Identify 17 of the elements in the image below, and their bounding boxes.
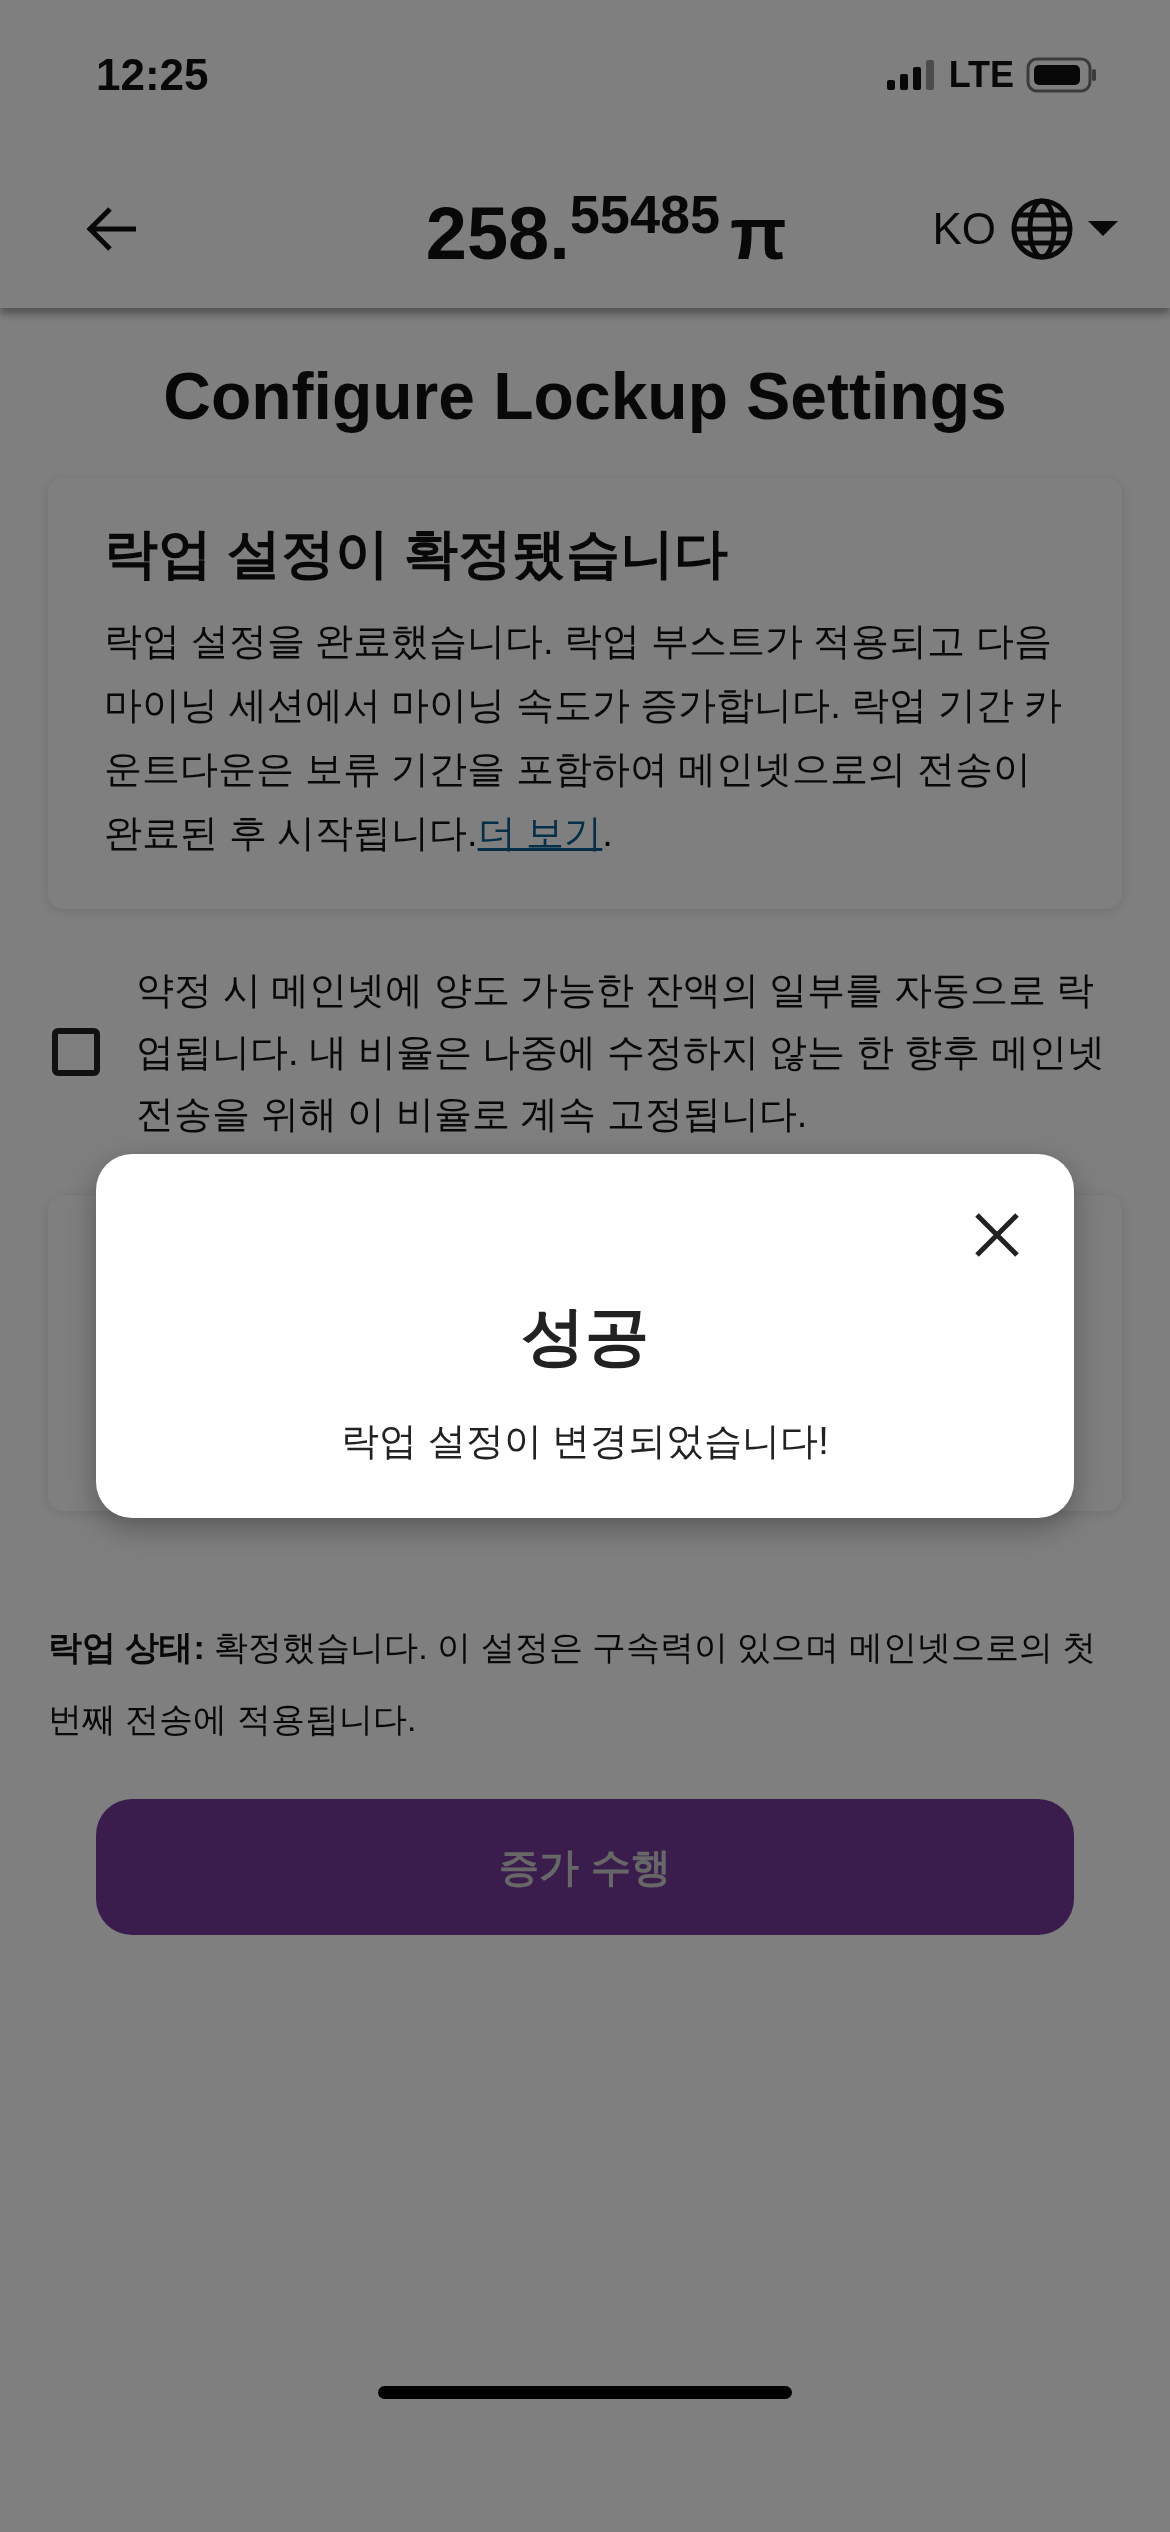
page-title: Configure Lockup Settings xyxy=(162,358,1008,434)
lockup-status-text: 락업 상태: 확정했습니다. 이 설정은 구속력이 있으며 메인넷으로의 첫 번째 전송에 적용됩니다. xyxy=(48,1627,1098,1740)
auto-lockup-label: 약정 시 메인넷에 양도 가능한 잔액의 일부를 자동으로 락업됩니다. 내 비율은 나중에 수정하지 않는 한 향후 메인넷 전송을 위해 이 비율로 계속 고정됩니다. xyxy=(136,968,1107,1137)
caret-icon xyxy=(1088,221,1118,237)
close-icon[interactable] xyxy=(974,1212,1020,1258)
battery-icon xyxy=(1026,57,1098,93)
globe-icon xyxy=(1010,197,1074,261)
signal-icon xyxy=(886,60,937,90)
network-label: LTE xyxy=(948,54,1014,96)
checkbox[interactable] xyxy=(52,1028,100,1076)
status-time: 12:25 xyxy=(96,50,209,100)
dialog-message: 락업 설정이 변경되었습니다! xyxy=(340,1419,830,1464)
dialog-title: 성공 xyxy=(520,1304,650,1368)
more-link[interactable]: 더 보기 xyxy=(477,812,603,854)
language-selector[interactable]: KO xyxy=(932,197,1118,261)
card-title: 락업 설정이 확정됐습니다 xyxy=(104,522,729,585)
notice-text: 락업 설정을 완료했습니다. 락업 부스트가 적용되고 다음 마이닝 세션에서 마이닝 속도가 증가합니다. 락업 기간 카운트다운은 보류 기간을 포함하여 메인넷으로의 전송이 완료된 후 시작됩니다.더 보기. xyxy=(104,619,1064,856)
